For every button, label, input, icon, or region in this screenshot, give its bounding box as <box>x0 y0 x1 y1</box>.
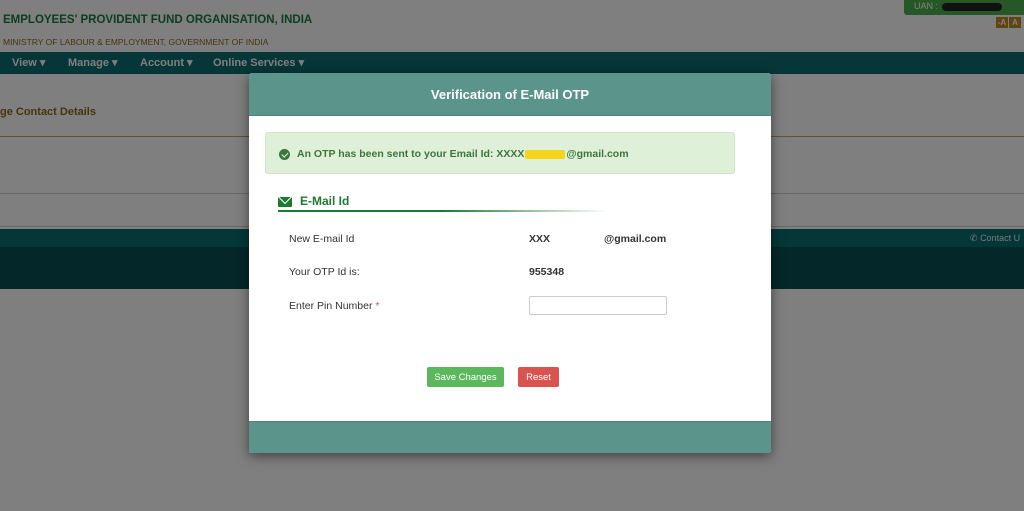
section-underline <box>278 210 608 212</box>
check-circle-icon <box>279 149 290 160</box>
email-value-prefix: XXX <box>529 233 551 245</box>
envelope-icon <box>278 197 292 207</box>
modal-header: Verification of E-Mail OTP <box>249 73 771 116</box>
otp-verification-modal: Verification of E-Mail OTP An OTP has be… <box>249 73 771 453</box>
alert-message-prefix: An OTP has been sent to your Email Id: X… <box>297 148 525 160</box>
email-redaction <box>525 149 566 159</box>
otp-id-value: 955348 <box>529 266 565 278</box>
modal-title: Verification of E-Mail OTP <box>430 87 590 102</box>
new-email-value: XXX @gmail.com <box>529 233 666 245</box>
section-title: E-Mail Id <box>300 194 350 208</box>
required-asterisk: * <box>375 300 380 312</box>
email-value-suffix: @gmail.com <box>604 233 667 245</box>
new-email-label: New E-mail Id <box>289 233 355 245</box>
alert-message-suffix: @gmail.com <box>566 148 629 160</box>
otp-id-label: Your OTP Id is: <box>289 266 360 278</box>
email-value-redaction <box>550 233 605 242</box>
modal-footer <box>249 421 771 453</box>
pin-number-input[interactable] <box>529 296 667 315</box>
reset-button[interactable]: Reset <box>518 367 559 387</box>
alert-message: An OTP has been sent to your Email Id: X… <box>297 148 629 160</box>
save-changes-button[interactable]: Save Changes <box>427 367 504 387</box>
pin-number-label: Enter Pin Number * <box>289 300 379 312</box>
pin-label-text: Enter Pin Number <box>289 300 373 312</box>
otp-sent-alert: An OTP has been sent to your Email Id: X… <box>265 132 735 174</box>
